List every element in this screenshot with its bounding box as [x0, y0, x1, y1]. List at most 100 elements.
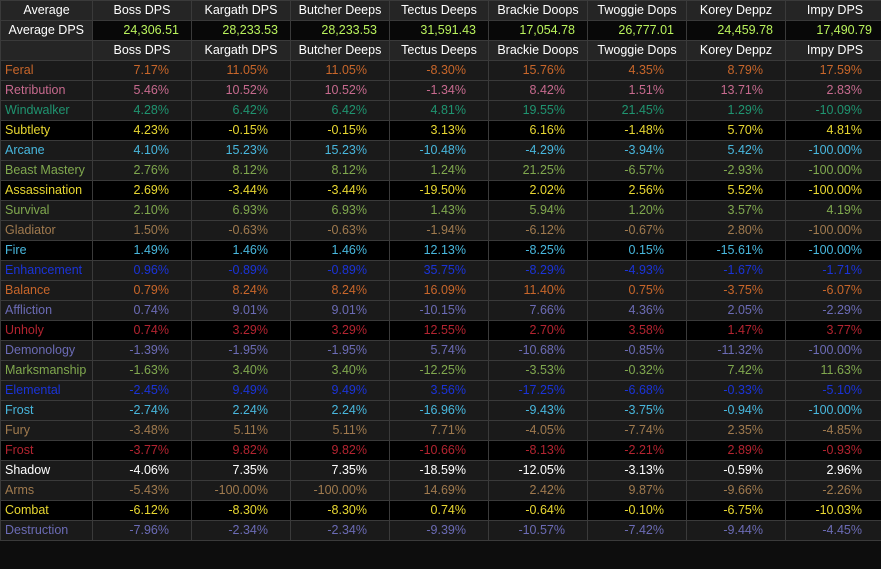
spec-label[interactable]: Balance	[1, 281, 92, 300]
cell-r16-c7: -5.10%	[786, 381, 881, 400]
spec-label[interactable]: Frost	[1, 401, 92, 420]
cell-r10-c4: -8.29%	[489, 261, 587, 280]
cell-r16-c4: -17.25%	[489, 381, 587, 400]
subcolumn-header-2[interactable]: Butcher Deeps	[291, 41, 389, 60]
spec-label[interactable]: Windwalker	[1, 101, 92, 120]
table-row: Combat -6.12% -8.30% -8.30% 0.74% -0.64% -0.10…	[1, 501, 881, 520]
cell-r11-c3: 16.09%	[390, 281, 488, 300]
cell-r15-c5: -0.32%	[588, 361, 686, 380]
spec-label[interactable]: Fury	[1, 421, 92, 440]
cell-r18-c4: -4.05%	[489, 421, 587, 440]
column-header-0[interactable]: Boss DPS	[93, 1, 191, 20]
subcolumn-header-7[interactable]: Impy DPS	[786, 41, 881, 60]
cell-r20-c1: 7.35%	[192, 461, 290, 480]
cell-r6-c1: -3.44%	[192, 181, 290, 200]
cell-r13-c4: 2.70%	[489, 321, 587, 340]
cell-r13-c7: 3.77%	[786, 321, 881, 340]
cell-r19-c0: -3.77%	[93, 441, 191, 460]
cell-r17-c4: -9.43%	[489, 401, 587, 420]
subcolumn-header-6[interactable]: Korey Deppz	[687, 41, 785, 60]
column-header-4[interactable]: Brackie Doops	[489, 1, 587, 20]
column-header-3[interactable]: Tectus Deeps	[390, 1, 488, 20]
spec-label[interactable]: Enhancement	[1, 261, 92, 280]
spec-label[interactable]: Feral	[1, 61, 92, 80]
column-header-6[interactable]: Korey Deppz	[687, 1, 785, 20]
cell-r8-c7: -100.00%	[786, 221, 881, 240]
cell-r13-c3: 12.55%	[390, 321, 488, 340]
column-header-1[interactable]: Kargath DPS	[192, 1, 290, 20]
cell-r10-c5: -4.93%	[588, 261, 686, 280]
cell-r23-c4: -10.57%	[489, 521, 587, 540]
cell-r4-c6: 5.42%	[687, 141, 785, 160]
cell-r3-c6: 5.70%	[687, 121, 785, 140]
cell-r12-c6: 2.05%	[687, 301, 785, 320]
column-header-2[interactable]: Butcher Deeps	[291, 1, 389, 20]
cell-r8-c4: -6.12%	[489, 221, 587, 240]
table-row: Fury -3.48% 5.11% 5.11% 7.71% -4.05% -7.74% 2.3…	[1, 421, 881, 440]
cell-r0-c7: 17.59%	[786, 61, 881, 80]
spec-label[interactable]: Demonology	[1, 341, 92, 360]
cell-r20-c2: 7.35%	[291, 461, 389, 480]
cell-r23-c7: -4.45%	[786, 521, 881, 540]
cell-r18-c5: -7.74%	[588, 421, 686, 440]
cell-r10-c6: -1.67%	[687, 261, 785, 280]
cell-r13-c0: 0.74%	[93, 321, 191, 340]
cell-r2-c3: 4.81%	[390, 101, 488, 120]
cell-r20-c7: 2.96%	[786, 461, 881, 480]
spec-label[interactable]: Combat	[1, 501, 92, 520]
spec-label[interactable]: Subtlety	[1, 121, 92, 140]
spec-label[interactable]: Affliction	[1, 301, 92, 320]
average-dps-value-5: 26,777.01	[588, 21, 686, 40]
cell-r6-c6: 5.52%	[687, 181, 785, 200]
cell-r4-c4: -4.29%	[489, 141, 587, 160]
cell-r1-c1: 10.52%	[192, 81, 290, 100]
cell-r23-c5: -7.42%	[588, 521, 686, 540]
subcolumn-header-4[interactable]: Brackie Doops	[489, 41, 587, 60]
cell-r22-c3: 0.74%	[390, 501, 488, 520]
spec-label[interactable]: Fire	[1, 241, 92, 260]
cell-r16-c0: -2.45%	[93, 381, 191, 400]
cell-r10-c7: -1.71%	[786, 261, 881, 280]
cell-r19-c6: 2.89%	[687, 441, 785, 460]
cell-r1-c3: -1.34%	[390, 81, 488, 100]
data-grid: Average Boss DPS Kargath DPS Butcher Deeps T…	[0, 0, 881, 541]
spec-label[interactable]: Gladiator	[1, 221, 92, 240]
subcolumn-header-3[interactable]: Tectus Deeps	[390, 41, 488, 60]
table-row: Feral 7.17% 11.05% 11.05% -8.30% 15.76% 4.35% 8…	[1, 61, 881, 80]
spec-label[interactable]: Arms	[1, 481, 92, 500]
spec-label[interactable]: Assassination	[1, 181, 92, 200]
spec-label[interactable]: Destruction	[1, 521, 92, 540]
cell-r8-c3: -1.94%	[390, 221, 488, 240]
cell-r17-c7: -100.00%	[786, 401, 881, 420]
cell-r8-c5: -0.67%	[588, 221, 686, 240]
cell-r20-c4: -12.05%	[489, 461, 587, 480]
table-row: Gladiator 1.50% -0.63% -0.63% -1.94% -6.12% -0…	[1, 221, 881, 240]
table-row: Retribution 5.46% 10.52% 10.52% -1.34% 8.42% 1…	[1, 81, 881, 100]
cell-r11-c6: -3.75%	[687, 281, 785, 300]
cell-r7-c3: 1.43%	[390, 201, 488, 220]
spec-label[interactable]: Arcane	[1, 141, 92, 160]
subcolumn-header-1[interactable]: Kargath DPS	[192, 41, 290, 60]
spec-label[interactable]: Beast Mastery	[1, 161, 92, 180]
cell-r0-c6: 8.79%	[687, 61, 785, 80]
spec-label[interactable]: Survival	[1, 201, 92, 220]
spec-label[interactable]: Marksmanship	[1, 361, 92, 380]
spec-label[interactable]: Unholy	[1, 321, 92, 340]
spec-label[interactable]: Elemental	[1, 381, 92, 400]
spec-label[interactable]: Frost	[1, 441, 92, 460]
cell-r14-c7: -100.00%	[786, 341, 881, 360]
subcolumn-header-5[interactable]: Twoggie Dops	[588, 41, 686, 60]
cell-r14-c2: -1.95%	[291, 341, 389, 360]
cell-r1-c7: 2.83%	[786, 81, 881, 100]
spec-label[interactable]: Shadow	[1, 461, 92, 480]
cell-r5-c5: -6.57%	[588, 161, 686, 180]
subcolumn-header-0[interactable]: Boss DPS	[93, 41, 191, 60]
cell-r3-c5: -1.48%	[588, 121, 686, 140]
cell-r14-c5: -0.85%	[588, 341, 686, 360]
column-header-7[interactable]: Impy DPS	[786, 1, 881, 20]
cell-r16-c5: -6.68%	[588, 381, 686, 400]
cell-r13-c6: 1.47%	[687, 321, 785, 340]
cell-r3-c3: 3.13%	[390, 121, 488, 140]
spec-label[interactable]: Retribution	[1, 81, 92, 100]
column-header-5[interactable]: Twoggie Dops	[588, 1, 686, 20]
